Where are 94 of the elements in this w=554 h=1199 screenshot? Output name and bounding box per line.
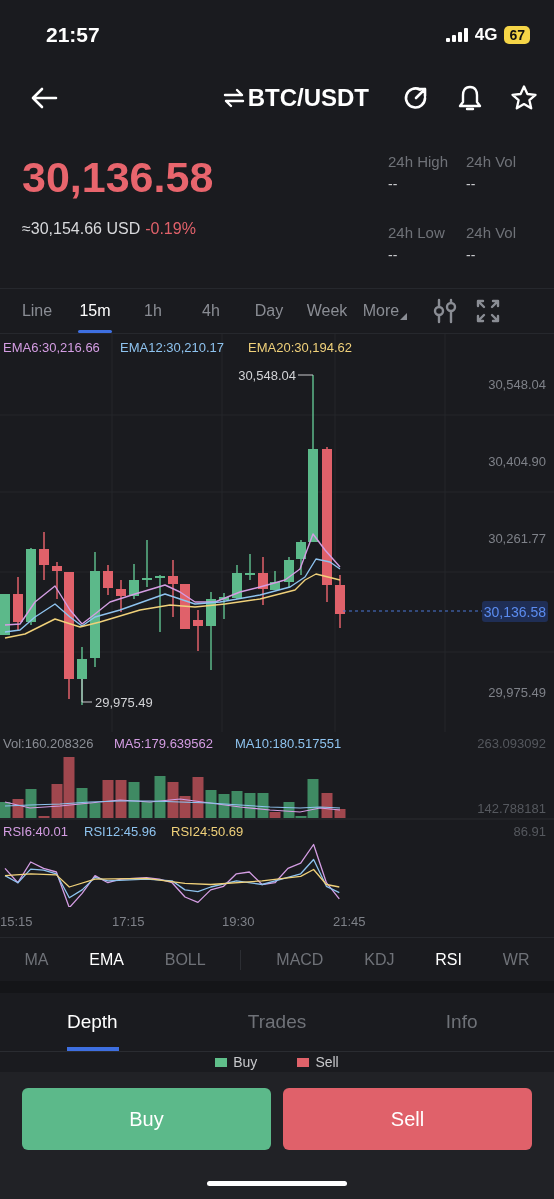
legend-value: Vol:160.208326 bbox=[3, 736, 94, 751]
stat-value: -- bbox=[388, 246, 399, 263]
candle bbox=[0, 593, 10, 636]
stat-value: -- bbox=[466, 176, 477, 192]
interval-tab[interactable]: Line bbox=[8, 289, 66, 333]
interval-tab[interactable]: 15m bbox=[66, 289, 124, 333]
legend-label: Sell bbox=[315, 1054, 339, 1070]
battery-level: 67 bbox=[504, 26, 530, 44]
candle bbox=[270, 570, 280, 591]
legend-value: RSI12:45.96 bbox=[84, 824, 157, 839]
indicator-tab[interactable]: WR bbox=[496, 950, 536, 969]
detail-tab[interactable]: Depth bbox=[0, 993, 185, 1051]
caret-icon bbox=[400, 312, 408, 320]
network-label: 4G bbox=[474, 25, 498, 45]
stat-label: 24h Vol bbox=[466, 153, 518, 170]
volume-bar bbox=[0, 802, 11, 818]
volume-bar bbox=[231, 791, 243, 818]
candle bbox=[13, 576, 23, 631]
stat-label: 24h Low bbox=[388, 223, 446, 241]
detail-tab[interactable]: Trades bbox=[184, 993, 370, 1051]
legend-value: EMA12:30,210.17 bbox=[120, 340, 225, 355]
candle bbox=[296, 539, 306, 576]
indicator-tab[interactable]: KDJ bbox=[358, 950, 401, 969]
candle bbox=[232, 564, 242, 600]
volume-bar bbox=[218, 794, 230, 818]
candle bbox=[168, 559, 178, 618]
price-axis-label: 30,548.04 bbox=[488, 377, 546, 392]
sell-button[interactable]: Sell bbox=[283, 1088, 532, 1150]
pair-title[interactable]: BTC/USDT bbox=[247, 83, 369, 112]
volume-bar bbox=[244, 793, 256, 818]
legend-value: MA5:179.639562 bbox=[114, 736, 214, 751]
status-time: 21:57 bbox=[46, 23, 100, 47]
price-change: -0.19% bbox=[145, 220, 196, 237]
indicator-tab[interactable]: MACD bbox=[270, 950, 330, 969]
price-axis-label: 29,975.49 bbox=[488, 685, 546, 700]
candle bbox=[193, 609, 203, 652]
price-axis-label: 30,404.90 bbox=[488, 454, 546, 469]
current-price-tag: 30,136.58 bbox=[482, 601, 548, 622]
candle bbox=[245, 553, 255, 581]
leader-line bbox=[81, 678, 93, 703]
candle bbox=[39, 531, 49, 581]
indicator-tab[interactable]: MA bbox=[18, 950, 55, 969]
legend-value: EMA6:30,216.66 bbox=[3, 340, 100, 355]
candle bbox=[52, 561, 62, 600]
low-price-label: 29,975.49 bbox=[95, 695, 153, 710]
bell-icon[interactable] bbox=[457, 83, 483, 112]
stat-label: 24h Vol bbox=[466, 223, 518, 241]
indicator-settings-icon[interactable] bbox=[432, 298, 458, 324]
interval-tab[interactable]: More bbox=[356, 289, 414, 333]
interval-tab[interactable]: 1h bbox=[124, 289, 182, 333]
legend-value: RSI24:50.69 bbox=[171, 824, 244, 839]
fullscreen-icon[interactable] bbox=[476, 299, 500, 323]
swap-icon[interactable] bbox=[222, 87, 245, 108]
leader-line bbox=[297, 374, 314, 376]
interval-tab[interactable]: Day bbox=[240, 289, 298, 333]
price-axis-label: 30,261.77 bbox=[488, 531, 546, 546]
indicator-tab[interactable]: EMA bbox=[83, 950, 130, 969]
candle bbox=[116, 579, 126, 613]
candle bbox=[129, 563, 139, 600]
candle bbox=[180, 583, 190, 630]
time-axis-label: 17:15 bbox=[112, 914, 145, 929]
interval-tab[interactable]: 4h bbox=[182, 289, 240, 333]
high-price-label: 30,548.04 bbox=[238, 368, 296, 383]
candle bbox=[219, 592, 229, 620]
time-axis-label: 19:30 bbox=[222, 914, 255, 929]
candle bbox=[258, 556, 268, 606]
time-axis-label: 21:45 bbox=[333, 914, 366, 929]
rsi-axis-label: 86.91 bbox=[513, 824, 546, 839]
candle bbox=[284, 556, 294, 588]
volume-axis-label: 142.788181 bbox=[477, 801, 546, 816]
interval-tab[interactable]: Week bbox=[298, 289, 356, 333]
detail-tab[interactable]: Info bbox=[369, 993, 554, 1051]
time-axis-label: 15:15 bbox=[0, 914, 33, 929]
indicator-tab[interactable]: RSI bbox=[429, 950, 468, 969]
legend-label: Buy bbox=[233, 1054, 258, 1070]
last-price: 30,136.58 bbox=[22, 153, 214, 202]
candle bbox=[335, 574, 345, 629]
fiat-price: ≈30,154.66 USD bbox=[22, 220, 141, 237]
candle bbox=[77, 646, 87, 706]
candle bbox=[142, 539, 152, 588]
signal-icon bbox=[445, 28, 468, 42]
legend-value: EMA20:30,194.62 bbox=[248, 340, 353, 355]
indicator-tab[interactable]: BOLL bbox=[158, 950, 212, 969]
legend-value: MA10:180.517551 bbox=[235, 736, 342, 751]
stat-label: 24h High bbox=[388, 153, 450, 170]
volume-axis-label: 263.093092 bbox=[477, 736, 546, 751]
stat-value: -- bbox=[466, 246, 477, 263]
volume-bar bbox=[115, 780, 127, 818]
star-icon[interactable] bbox=[510, 83, 538, 112]
legend-value: RSI6:40.01 bbox=[3, 824, 69, 839]
candle bbox=[103, 564, 113, 596]
stat-value: -- bbox=[388, 176, 399, 192]
candle bbox=[155, 574, 165, 633]
back-arrow-icon[interactable] bbox=[30, 86, 58, 109]
